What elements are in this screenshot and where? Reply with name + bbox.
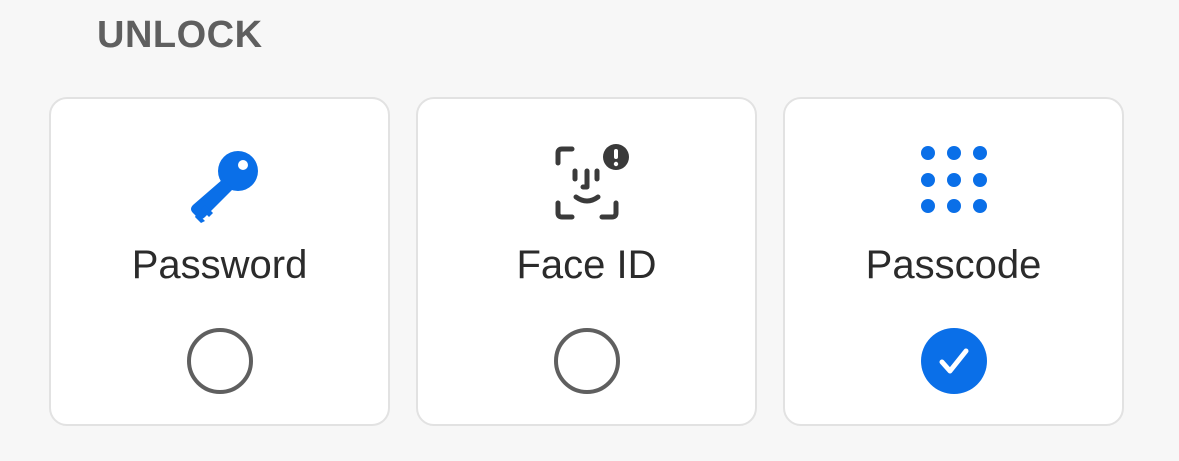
password-radio-button[interactable] xyxy=(186,328,253,394)
unlock-section-title: UNLOCK xyxy=(97,14,263,56)
unlock-method-options: Password Face ID Passcode xyxy=(49,97,1124,426)
face-id-radio-button[interactable] xyxy=(553,328,620,394)
keypad-icon xyxy=(909,143,999,223)
passcode-option-label: Passcode xyxy=(865,243,1042,287)
passcode-radio-button-checked[interactable] xyxy=(920,328,987,394)
password-option-card[interactable]: Password xyxy=(49,97,390,426)
key-icon xyxy=(175,143,265,223)
passcode-option-card[interactable]: Passcode xyxy=(783,97,1124,426)
password-option-label: Password xyxy=(131,243,308,287)
face-id-option-label: Face ID xyxy=(516,243,657,287)
checkmark-icon xyxy=(920,328,987,394)
face-id-option-card[interactable]: Face ID xyxy=(416,97,757,426)
face-id-warning-icon xyxy=(542,143,632,223)
